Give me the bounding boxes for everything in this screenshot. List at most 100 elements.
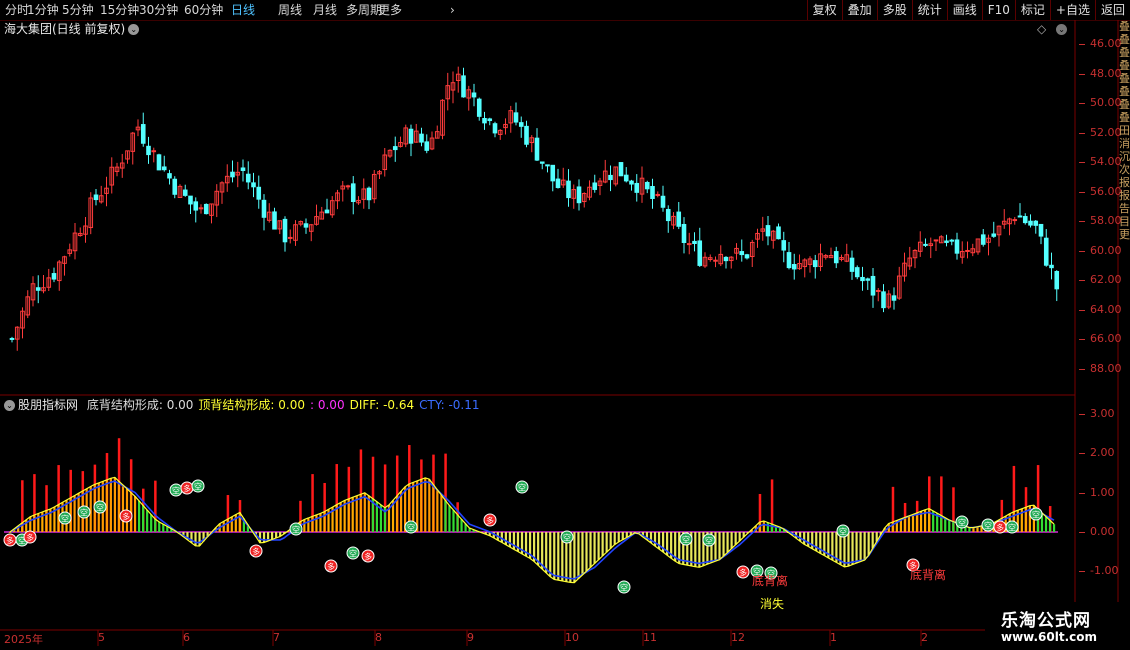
hist-bar [585,532,588,572]
candle [1043,229,1049,267]
hist-bar [605,532,608,553]
empty-signal-marker: 空 [289,522,303,536]
candle [219,181,225,204]
candle [130,131,136,165]
chart-canvas[interactable]: 多空多空空空多空多空多空多空 多空多空空空空 空多空空空多空空多空空 [0,0,1130,650]
candle [623,167,629,183]
hist-bar [859,532,862,562]
candle [1028,214,1033,228]
price-label-0: 88.00 [1090,361,1122,375]
price-label-2: 64.00 [1090,302,1122,316]
price-label-11: 46.00 [1090,37,1122,50]
empty-signal-marker: 空 [1029,507,1043,521]
candle [681,217,687,254]
svg-text:多: 多 [327,562,335,572]
candle [581,192,587,208]
hist-bar [150,514,153,532]
hist-bar [230,516,233,532]
candle [51,267,57,283]
candle [203,203,209,215]
candle [781,231,787,263]
hist-bar [436,489,439,532]
candle [403,124,409,148]
candle [193,197,199,223]
candle [739,239,745,262]
hist-bar [694,532,697,567]
svg-text:空: 空 [518,483,526,493]
hist-bar [222,521,225,532]
candle [728,256,734,269]
hist-bar [456,514,459,532]
candle [844,243,850,263]
candle [56,259,62,291]
candle [639,166,645,203]
price-label-4: 60.00 [1090,243,1122,257]
candle [618,162,624,177]
price-tick-11 [1079,44,1085,45]
hist-bar [799,532,802,542]
long-signal-marker: 多 [483,513,497,527]
candle [41,275,46,294]
candle [665,205,671,233]
hist-bar [198,532,201,546]
hist-bar [613,532,616,545]
candle [1017,203,1023,218]
candle [371,170,377,204]
hist-bar [581,532,584,575]
hist-bar [698,532,701,568]
candle [749,239,755,267]
candle [298,220,304,227]
svg-text:多: 多 [739,568,747,578]
candle [996,225,1002,247]
hist-bar [762,520,765,532]
candle [167,169,172,185]
candle [35,275,41,304]
candle [797,254,802,270]
hist-bar [117,481,121,532]
empty-signal-marker: 空 [77,505,91,519]
candle [146,136,151,164]
candle [266,203,272,223]
price-tick-8 [1079,132,1085,134]
svg-text:空: 空 [1008,523,1016,533]
candle [88,192,94,235]
candle [14,326,20,351]
hist-bar [432,484,435,532]
price-label-9: 50.00 [1090,96,1122,109]
long-signal-marker: 多 [736,565,750,579]
ind-label-1: 2.00 [1090,446,1115,460]
candle [487,117,493,126]
candle [214,184,220,218]
svg-text:空: 空 [958,518,966,528]
hist-bar [851,532,854,565]
candle [450,71,456,104]
candle [114,162,120,177]
hist-bar [1044,516,1048,532]
candle [923,238,928,248]
svg-text:多: 多 [486,516,494,526]
svg-text:空: 空 [563,533,571,543]
hist-bar [855,532,858,564]
empty-signal-marker: 空 [617,580,631,594]
candle [209,203,214,224]
candle [597,177,603,196]
hist-bar [718,532,721,560]
ind-label-0: 3.00 [1090,407,1115,421]
hist-bar [1048,520,1052,532]
hist-bar [948,519,951,532]
candle [20,307,25,339]
candle [959,241,965,264]
hist-bar [601,532,604,557]
long-signal-marker: 多 [249,544,263,558]
date-label-9: 1 [830,631,837,644]
candle [72,222,78,260]
date-label-8: 12 [731,631,745,644]
hist-bar [597,532,600,560]
candle [30,276,36,307]
empty-signal-marker: 空 [191,479,205,493]
hist-bar [158,521,161,532]
candle [408,124,414,157]
candle [62,255,67,276]
hist-bar [399,491,403,532]
candle [240,159,246,182]
